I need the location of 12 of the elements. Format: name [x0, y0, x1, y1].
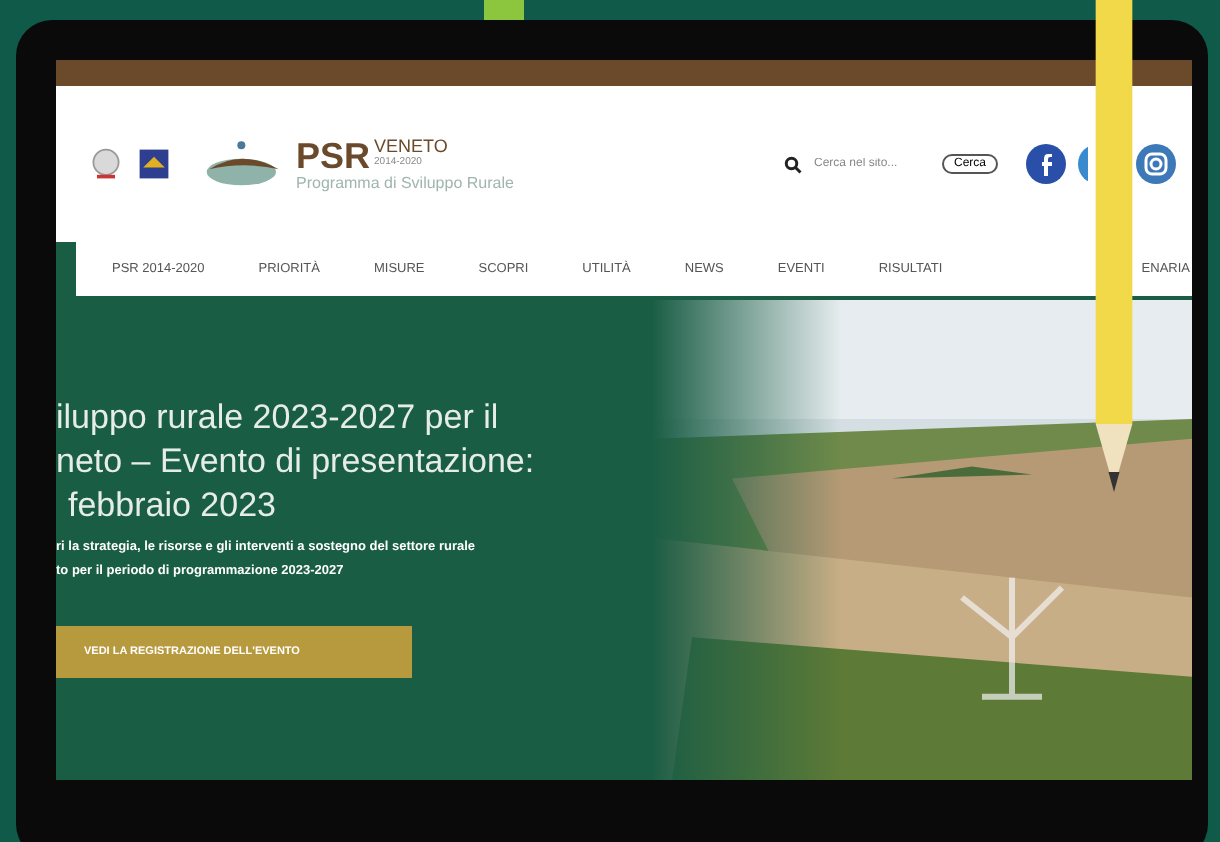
hero-title: febbraio 2023 [66, 484, 278, 528]
logo-subtitle: Programma di Sviluppo Rurale [296, 173, 514, 191]
emblem-icon [88, 146, 124, 182]
search-icon [783, 155, 802, 173]
hero-title: neto – Evento di presentazione: [56, 440, 537, 484]
tab-marker [484, 0, 524, 20]
instagram-icon[interactable] [1136, 144, 1176, 184]
logo-name: PSR [296, 137, 371, 173]
logo-region: VENETO [374, 137, 448, 155]
facebook-icon[interactable] [1026, 144, 1066, 184]
shield-icon [136, 146, 172, 182]
hero-title: iluppo rurale 2023-2027 per il [56, 396, 501, 440]
